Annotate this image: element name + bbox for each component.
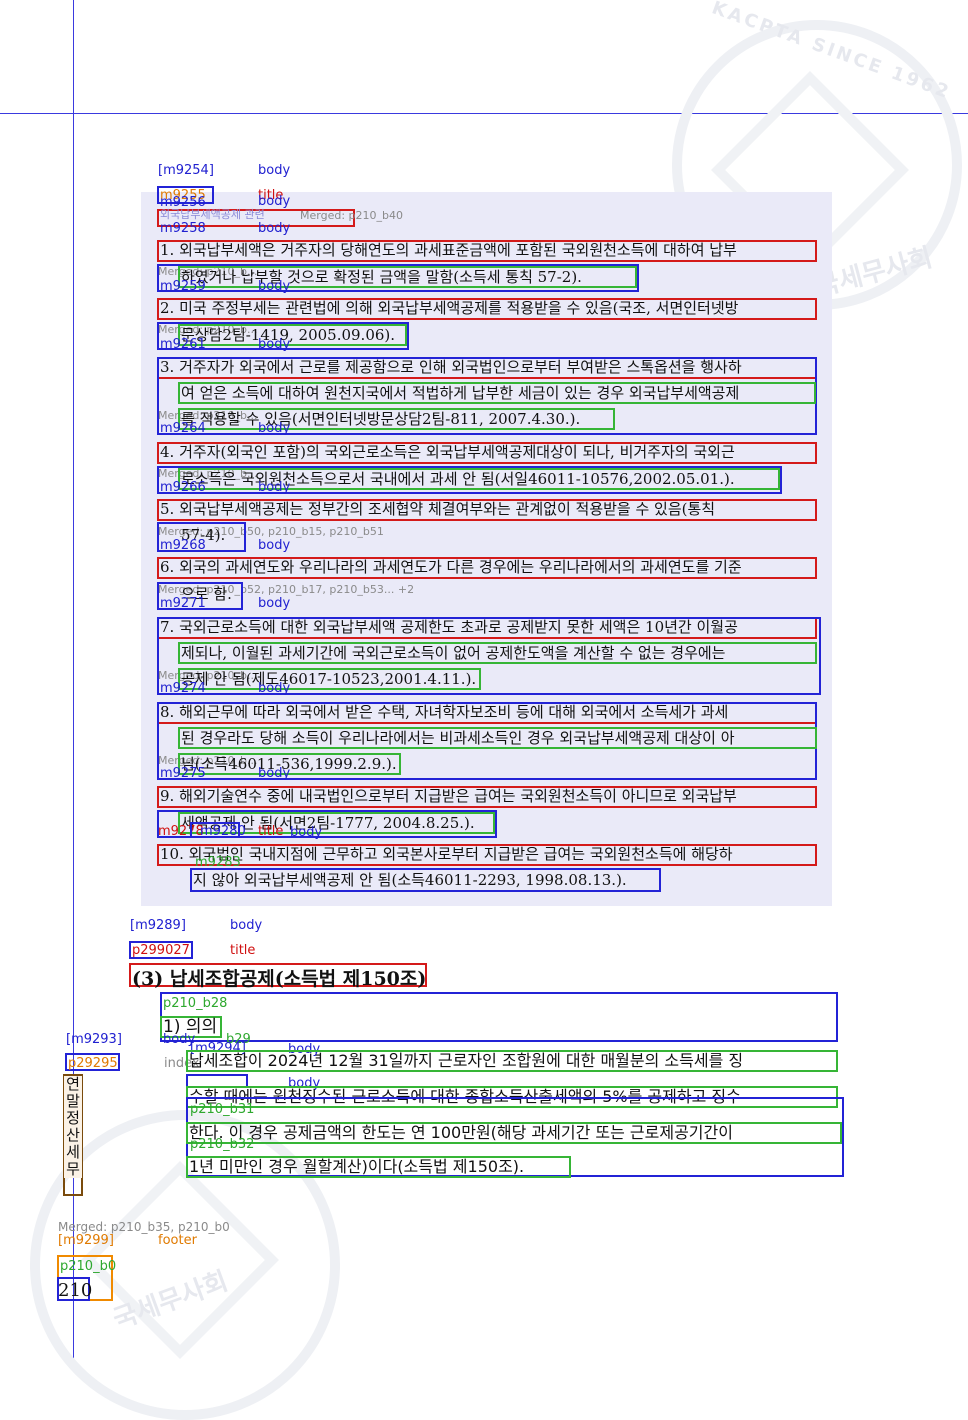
body-paragraph-line: 한다. 이 경우 공제금액의 한도는 연 100만원(해당 과세기간 또는 근로…: [189, 1123, 733, 1142]
body-paragraph-line: 1년 미만인 경우 월할계산)이다(소득법 제150조).: [189, 1157, 525, 1176]
region-label: m9266: [160, 480, 206, 495]
region-type-label: body: [258, 596, 291, 611]
region-type-label: body: [290, 825, 323, 840]
region-label: m9264: [160, 421, 206, 436]
note-item-line: 하였거나 납부할 것으로 확정된 금액을 말함(소득세 통칙 57-2).: [181, 268, 582, 286]
region-type-label: body: [258, 421, 291, 436]
side-tab-text: 연말정산 세무: [64, 1076, 82, 1178]
region-type-label: body: [258, 681, 291, 696]
annotation-box: [190, 822, 240, 838]
section-title: (3) 납세조합공제(소득법 제150조): [132, 968, 427, 990]
region-type-label: title: [230, 943, 256, 958]
region-type-label: body: [258, 480, 291, 495]
region-type-label: body: [258, 279, 291, 294]
region-label: p29295: [68, 1056, 118, 1071]
region-type-label: title: [258, 824, 284, 839]
note-item-line: 4. 거주자(외국인 포함)의 국외근로소득은 외국납부세액공제대상이 되나, …: [160, 443, 735, 461]
region-type-label: body: [258, 221, 291, 236]
region-type-label: body: [258, 766, 291, 781]
note-item-line: 된 경우라도 당해 소득이 우리나라에서는 비과세소득인 경우 외국납부세액공제…: [181, 729, 735, 747]
region-label: p210_b31: [190, 1102, 255, 1117]
note-item-line: 6. 외국의 과세연도와 우리나라의 과세연도가 다른 경우에는 우리나라에서의…: [160, 558, 742, 576]
region-type-label: body: [230, 918, 263, 933]
note-item-line: 여 얻은 소득에 대하여 원천지국에서 적법하게 납부한 세금이 있는 경우 외…: [181, 384, 740, 402]
region-label: m9258: [160, 221, 206, 236]
note-item-line: 1. 외국납부세액은 거주자의 당해연도의 과세표준금액에 포함된 국외원천소득…: [160, 241, 737, 259]
note-item-line: 제되나, 이월된 과세기간에 국외근로소득이 없어 공제한도액을 계산할 수 없…: [181, 644, 726, 662]
note-item-line: 5. 외국납부세액공제는 정부간의 조세협약 체결여부와는 관계없이 적용받을 …: [160, 500, 716, 518]
region-label: p210_b0: [60, 1259, 117, 1274]
merge-label: Merged: p210_b40: [300, 209, 403, 222]
region-label: m9268: [160, 538, 206, 553]
region-label: p210_b32: [190, 1137, 255, 1152]
note-item-line: 2. 미국 주정부세는 관련법에 의해 외국납부세액공제를 적용받을 수 있음(…: [160, 299, 739, 317]
region-type-label: body: [258, 337, 291, 352]
region-type-label: body: [258, 194, 291, 209]
annotation-box: [160, 992, 838, 1042]
region-label: m9275: [160, 766, 206, 781]
page-number: 210: [58, 1280, 93, 1301]
note-item-line: 8. 해외근무에 따라 외국에서 받은 수택, 자녀학자보조비 등에 대해 외국…: [160, 703, 729, 721]
region-type-label: body: [258, 163, 291, 178]
region-label: [m9293]: [66, 1032, 122, 1047]
note-item-line: 10. 외국법인 국내지점에 근무하고 외국본사로부터 지급받은 급여는 국외원…: [160, 845, 733, 863]
region-label: [m9289]: [130, 918, 186, 933]
note-item-line: 지 않아 외국납부세액공제 안 됨(소득46011-2293, 1998.08.…: [193, 871, 627, 889]
note-item-line: 9. 해외기술연수 중에 내국법인으로부터 지급받은 급여는 국외원천소득이 아…: [160, 787, 737, 805]
region-label: [m9254]: [158, 163, 214, 178]
merge-label: Merged: p210_b35, p210_b0: [58, 1220, 230, 1234]
region-type-label: body: [258, 538, 291, 553]
region-type-label: footer: [158, 1233, 197, 1248]
hidden-heading: 외국납부세액공제 관련: [160, 208, 265, 221]
region-label: m9261: [160, 337, 206, 352]
region-label: p299027: [132, 943, 190, 958]
body-paragraph-line: 납세조합이 2024년 12월 31일까지 근로자인 조합원에 대한 매월분의 …: [189, 1051, 744, 1070]
note-item-line: 3. 거주자가 외국에서 근로를 제공함으로 인해 외국법인으로부터 부여받은 …: [160, 358, 742, 376]
note-item-line: 공제 안 됨(제도46017-10523,2001.4.11.).: [181, 670, 477, 688]
note-item-line: 를 적용할 수 있음(서면인터넷방문상담2팀-811, 2007.4.30.).: [181, 410, 581, 428]
region-label: m9259: [160, 279, 206, 294]
region-label: m9283: [195, 855, 241, 870]
region-label: [m9299]: [58, 1233, 114, 1248]
region-label: m9271: [160, 596, 206, 611]
note-item-line: 7. 국외근로소득에 대한 외국납부세액 공제한도 초과로 공제받지 못한 세액…: [160, 618, 738, 636]
region-label: m9274: [160, 681, 206, 696]
